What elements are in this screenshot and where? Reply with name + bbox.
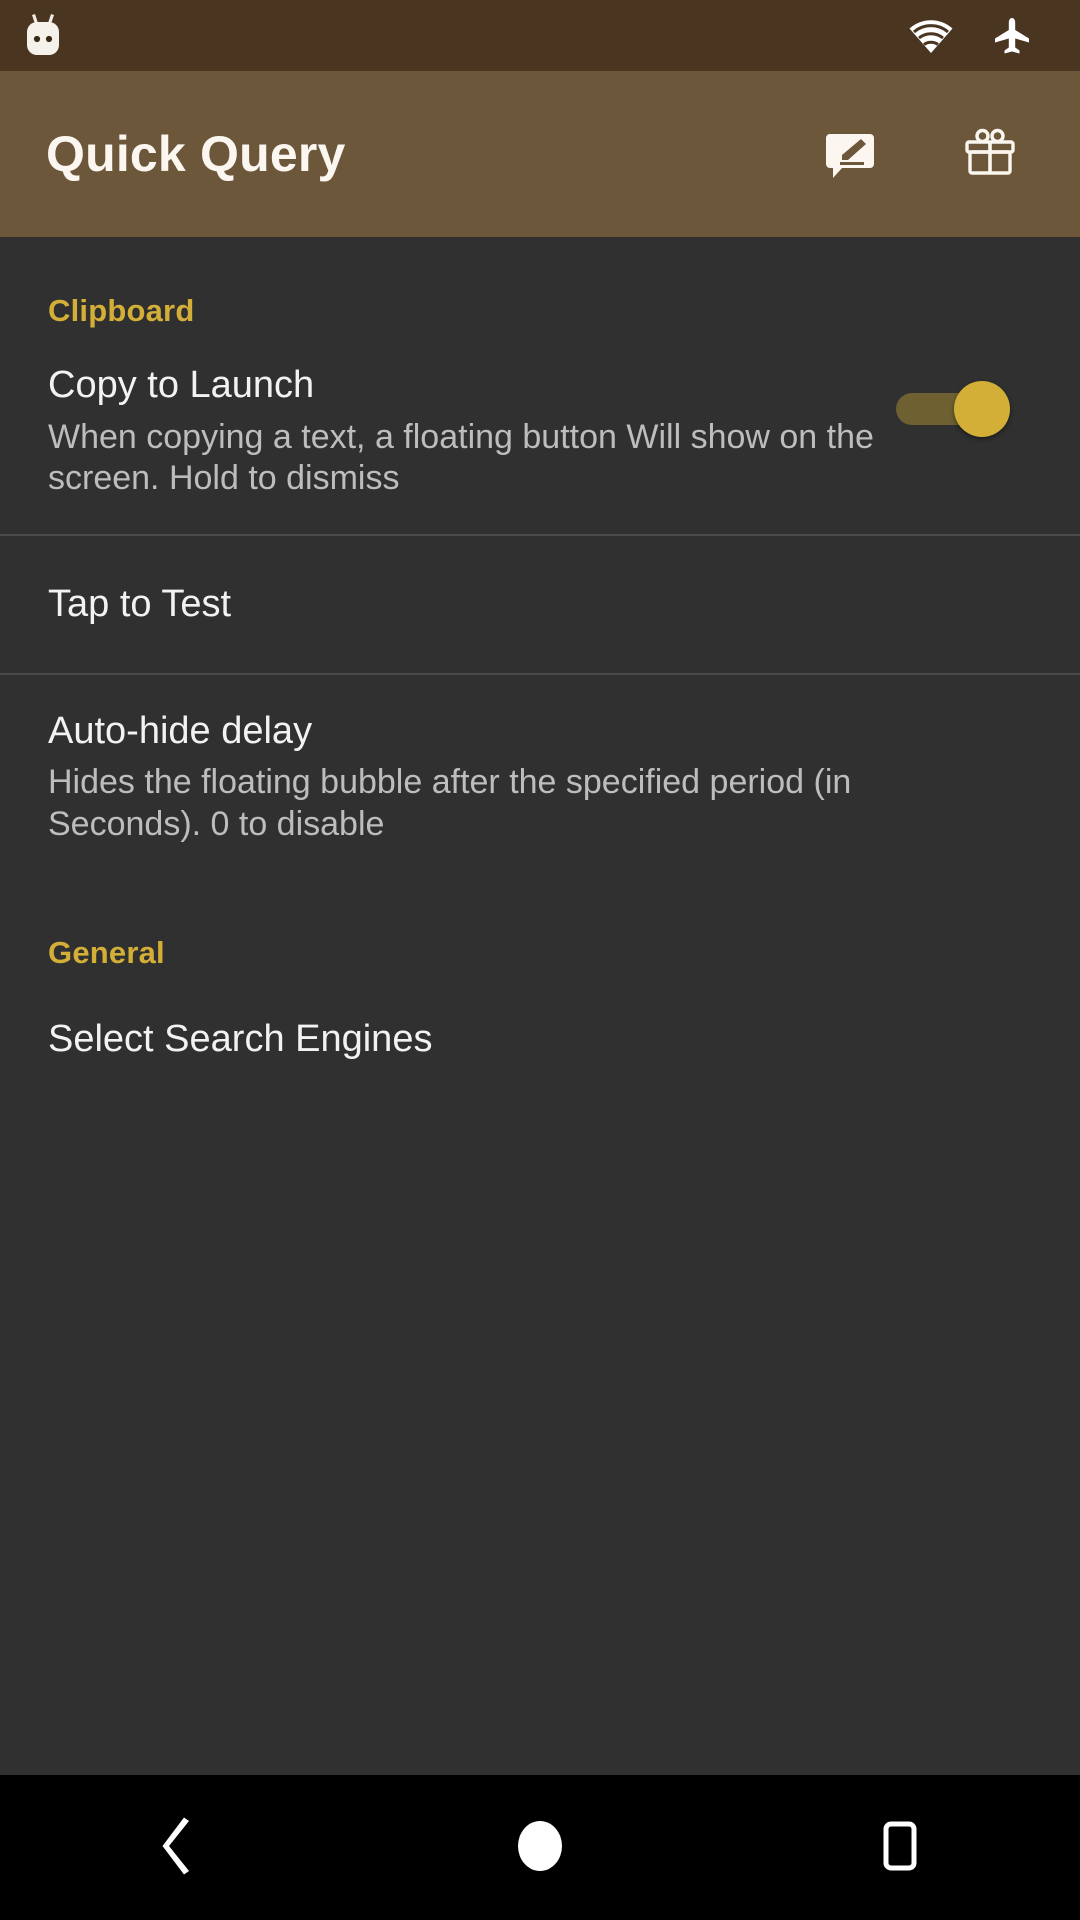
preference-widget — [896, 363, 1010, 437]
preference-title: Auto-hide delay — [48, 709, 313, 752]
home-circle-icon — [514, 1817, 566, 1878]
preference-auto-hide-delay[interactable]: Auto-hide delay Hides the floating bubbl… — [0, 675, 1080, 880]
feedback-icon — [823, 126, 877, 183]
section-header-general: General — [48, 935, 165, 971]
copy-to-launch-toggle[interactable] — [896, 381, 1010, 437]
preference-title: Tap to Test — [48, 582, 232, 625]
preference-text: Select Search Engines — [48, 1017, 878, 1062]
preference-title: Select Search Engines — [48, 1018, 433, 1061]
toolbar-actions — [820, 124, 1046, 184]
preference-select-search-engines[interactable]: Select Search Engines — [0, 971, 1080, 1108]
gift-icon — [963, 126, 1017, 183]
preference-copy-to-launch[interactable]: Copy to Launch When copying a text, a fl… — [0, 329, 1080, 534]
page-title: Quick Query — [46, 126, 346, 182]
back-button[interactable] — [105, 1775, 255, 1920]
android-marshmallow-icon — [22, 13, 64, 59]
wifi-icon — [908, 18, 954, 54]
gift-button[interactable] — [960, 124, 1020, 184]
preference-text: Auto-hide delay Hides the floating bubbl… — [48, 709, 878, 846]
preference-text: Tap to Test — [48, 582, 878, 627]
preference-tap-to-test[interactable]: Tap to Test — [0, 536, 1080, 673]
recents-square-icon — [876, 1820, 924, 1875]
preference-title: Copy to Launch — [48, 364, 315, 406]
preference-text: Copy to Launch When copying a text, a fl… — [48, 363, 878, 500]
airplane-mode-icon — [992, 16, 1032, 56]
preference-summary: Hides the floating bubble after the spec… — [48, 763, 852, 843]
back-chevron-icon — [157, 1817, 203, 1878]
app-toolbar: Quick Query — [0, 71, 1080, 237]
status-bar — [0, 0, 1080, 71]
preference-summary: When copying a text, a floating button W… — [48, 417, 874, 498]
section-header-clipboard: Clipboard — [48, 293, 195, 328]
home-button[interactable] — [465, 1775, 615, 1920]
app-screen: Quick Query Clipboard Copy to Launch Whe… — [0, 0, 1080, 1920]
recents-button[interactable] — [825, 1775, 975, 1920]
feedback-button[interactable] — [820, 124, 880, 184]
status-bar-right — [908, 16, 1054, 56]
status-bar-left — [22, 13, 64, 59]
settings-list[interactable]: Clipboard Copy to Launch When copying a … — [0, 237, 1080, 1775]
system-navigation-bar — [0, 1775, 1080, 1920]
toggle-thumb — [954, 381, 1010, 437]
